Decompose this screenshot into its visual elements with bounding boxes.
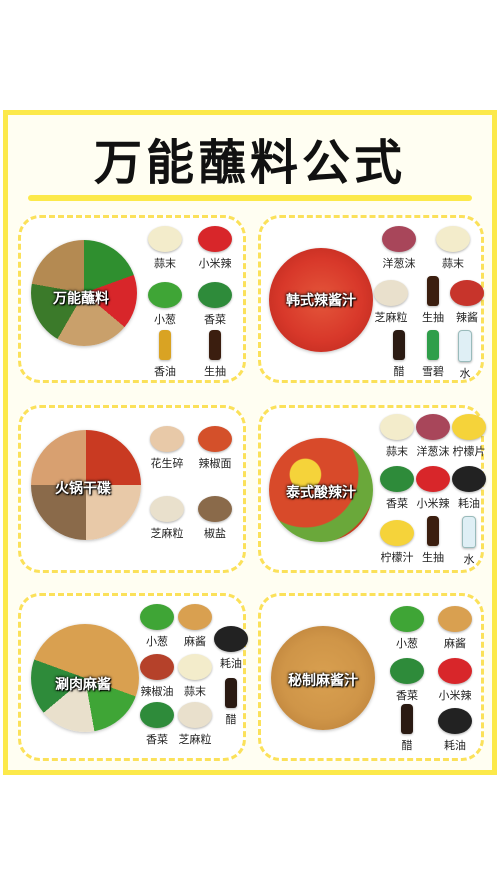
ingredient: 芝麻粒 — [173, 702, 217, 747]
ingredient: 花生碎 — [145, 426, 189, 471]
soy-sauce-bottle-icon — [427, 276, 439, 306]
ingredient: 香菜 — [385, 658, 429, 703]
vinegar-bottle-icon — [401, 704, 413, 734]
pepper-salt-icon — [198, 496, 232, 522]
chili-icon — [198, 226, 232, 252]
recipe-card-hotpot-sesame: 涮肉麻酱 小葱 麻酱 耗油 辣椒油 蒜末 醋 香菜 芝麻粒 — [18, 593, 248, 761]
ingredient: 蒜末 — [431, 226, 475, 271]
vinegar-bottle-icon — [393, 330, 405, 360]
chili-paste-icon — [450, 280, 484, 306]
ingredient: 芝麻粒 — [369, 280, 413, 325]
onion-icon — [382, 226, 416, 252]
ingredient: 香菜 — [193, 282, 237, 327]
recipe-card-korean: 韩式辣酱汁 洋葱沫 蒜末 芝麻粒 生抽 辣酱 醋 雪碧 水 — [258, 215, 484, 383]
ingredient: 水 — [443, 330, 487, 381]
sprite-can-icon — [427, 330, 439, 360]
ingredient: 耗油 — [447, 466, 491, 511]
ingredient: 水 — [447, 516, 491, 567]
ingredient: 香油 — [143, 330, 187, 379]
cilantro-icon — [198, 282, 232, 308]
tahini-icon — [178, 604, 212, 630]
scallion-icon — [140, 604, 174, 630]
oyster-sauce-icon — [438, 708, 472, 734]
garlic-icon — [148, 226, 182, 252]
ingredient: 耗油 — [433, 708, 477, 753]
onion-icon — [416, 414, 450, 440]
ingredient: 小米辣 — [433, 658, 477, 703]
garlic-icon — [436, 226, 470, 252]
oyster-sauce-icon — [452, 466, 486, 492]
ingredient: 辣椒面 — [193, 426, 237, 471]
sesame-oil-bottle-icon — [159, 330, 171, 360]
cilantro-icon — [380, 466, 414, 492]
dish-label: 秘制麻酱汁 — [288, 673, 358, 689]
dish-label: 万能蘸料 — [53, 291, 109, 307]
chili-icon — [416, 466, 450, 492]
dish-label: 韩式辣酱汁 — [286, 293, 356, 309]
garlic-icon — [380, 414, 414, 440]
ingredient: 小葱 — [143, 282, 187, 327]
soy-sauce-bottle-icon — [209, 330, 221, 360]
scallion-icon — [148, 282, 182, 308]
recipe-card-secret-sesame: 秘制麻酱汁 小葱 麻酱 香菜 小米辣 醋 耗油 — [258, 593, 484, 761]
chili-powder-icon — [198, 426, 232, 452]
ingredient: 辣酱 — [445, 280, 489, 325]
recipe-card-hotpot: 火锅干碟 花生碎 辣椒面 芝麻粒 椒盐 — [18, 405, 246, 573]
dish-label: 泰式酸辣汁 — [286, 485, 356, 501]
title-underline — [28, 195, 472, 201]
oyster-sauce-icon — [214, 626, 248, 652]
ingredient: 蒜末 — [143, 226, 187, 271]
ingredient: 生抽 — [193, 330, 237, 379]
ingredient: 麻酱 — [433, 606, 477, 651]
sesame-icon — [374, 280, 408, 306]
sesame-icon — [150, 496, 184, 522]
scallion-icon — [390, 606, 424, 632]
garlic-icon — [178, 654, 212, 680]
peanut-icon — [150, 426, 184, 452]
chili-icon — [438, 658, 472, 684]
ingredient: 洋葱沫 — [377, 226, 421, 271]
ingredient: 小葱 — [385, 606, 429, 651]
soy-sauce-bottle-icon — [427, 516, 439, 546]
recipe-card-thai: 泰式酸辣汁 蒜末 洋葱沫 柠檬片 香菜 小米辣 耗油 柠檬汁 生抽 水 — [258, 405, 486, 573]
poster-frame: 万能蘸料公式 万能蘸料 蒜末 小米辣 小葱 香菜 香油 生抽 韩式辣酱汁 洋葱沫… — [3, 110, 497, 775]
dish-label: 火锅干碟 — [55, 481, 111, 497]
water-bottle-icon — [458, 330, 472, 362]
ingredient: 芝麻粒 — [145, 496, 189, 541]
water-bottle-icon — [462, 516, 476, 548]
lemon-juice-icon — [380, 520, 414, 546]
ingredient: 椒盐 — [193, 496, 237, 541]
chili-oil-icon — [140, 654, 174, 680]
cilantro-icon — [390, 658, 424, 684]
lemon-icon — [452, 414, 486, 440]
cilantro-icon — [140, 702, 174, 728]
page-title: 万能蘸料公式 — [93, 135, 406, 191]
sesame-icon — [178, 702, 212, 728]
ingredient: 柠檬片 — [447, 414, 491, 459]
vinegar-bottle-icon — [225, 678, 237, 708]
page-footer-area — [0, 780, 500, 888]
tahini-icon — [438, 606, 472, 632]
ingredient: 醋 — [385, 704, 429, 753]
recipe-card-universal: 万能蘸料 蒜末 小米辣 小葱 香菜 香油 生抽 — [18, 215, 246, 383]
dish-label: 涮肉麻酱 — [55, 677, 111, 693]
ingredient: 小米辣 — [193, 226, 237, 271]
